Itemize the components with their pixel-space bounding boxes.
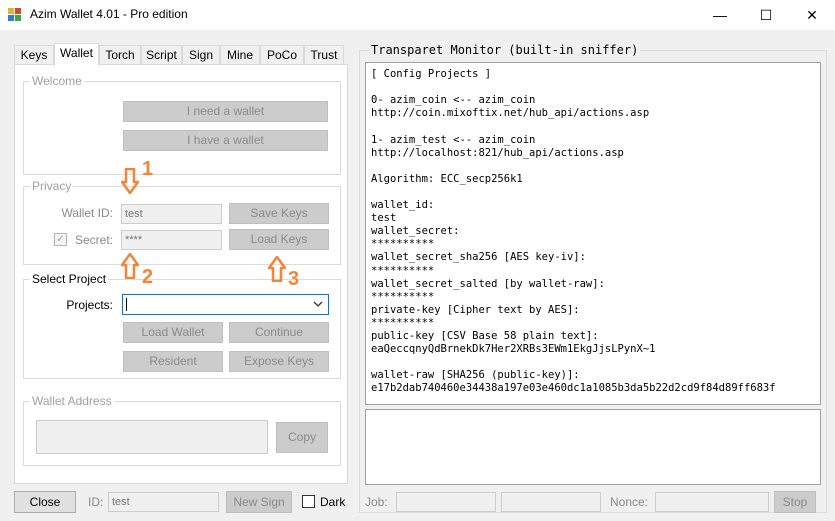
close-window-button[interactable]: ✕ [789,0,835,30]
monitor-line: ********** [371,264,435,277]
arrow-down-icon [121,168,139,194]
monitor-line: wallet_id: [371,199,435,211]
monitor-title: Transparet Monitor (built-in sniffer) [369,43,641,57]
chevron-down-icon [313,301,323,307]
copy-button[interactable]: Copy [276,422,328,453]
monitor-line: ********** [371,316,435,329]
welcome-legend: Welcome [30,74,84,88]
tab-keys[interactable]: Keys [14,45,54,65]
maximize-button[interactable]: ☐ [743,0,789,30]
annotation-1: 1 [142,158,154,180]
text-cursor [126,298,127,311]
wallet-address-field[interactable] [36,420,268,454]
privacy-legend: Privacy [30,179,74,193]
monitor-line: wallet_secret_sha256 [AES key-iv]: [371,251,586,264]
monitor-line: eaQeccqnyQdBrnekDk7Her2XRBs3EWm1EkgJjsLP… [371,343,656,356]
expose-keys-button[interactable]: Expose Keys [229,351,329,372]
wallet-id-label: Wallet ID: [61,206,113,220]
privacy-group: Privacy [23,179,341,265]
wallet-address-legend: Wallet Address [30,394,114,408]
app-icon [8,8,22,22]
monitor-line: 0- azim_coin <-- azim_coin [371,94,536,107]
monitor-line: public-key [CSV Base 58 plain text]: [371,330,599,342]
wallet-id-field[interactable]: test [121,204,222,224]
job-label: Job: [365,495,388,509]
projects-select[interactable] [122,294,329,315]
projects-label: Projects: [66,298,113,312]
nonce-label: Nonce: [610,495,649,509]
dark-label: Dark [320,495,346,509]
load-wallet-button[interactable]: Load Wallet [123,322,223,343]
annotation-3: 3 [288,268,300,290]
secret-label: Secret: [74,233,113,247]
tab-sign[interactable]: Sign [182,45,220,65]
load-keys-button[interactable]: Load Keys [229,229,329,250]
monitor-line: e17b2dab740460e34438a197e03e460dc1a1085b… [371,382,776,395]
monitor-line: http://localhost:821/hub_api/actions.asp [371,146,624,159]
nonce-field[interactable] [655,492,769,512]
have-wallet-button[interactable]: I have a wallet [123,130,328,151]
dark-checkbox[interactable] [302,495,315,508]
monitor-line: wallet_secret_salted [by wallet-raw]: [371,277,605,290]
arrow-up-icon [268,256,286,282]
tab-torch[interactable]: Torch [99,45,141,65]
monitor-line: 1- azim_test <-- azim_coin [371,133,536,146]
monitor-line: wallet-raw [SHA256 (public-key)]: [371,369,580,382]
monitor-line: test [371,212,397,225]
job-field[interactable] [396,492,496,512]
tab-mine[interactable]: Mine [220,45,260,65]
monitor-line: Algorithm: ECC_secp256k1 [371,172,523,185]
tab-wallet[interactable]: Wallet [54,43,99,66]
job-field-2[interactable] [501,492,601,512]
id-label: ID: [88,495,104,509]
close-button[interactable]: Close [14,491,76,513]
annotation-2: 2 [142,266,154,288]
monitor-line: ********** [371,238,435,251]
tab-poco[interactable]: PoCo [260,45,304,65]
resident-button[interactable]: Resident [123,351,223,372]
minimize-button[interactable]: — [697,0,743,30]
new-sign-button[interactable]: New Sign [226,491,292,513]
monitor-output[interactable] [365,409,821,485]
continue-button[interactable]: Continue [229,322,329,343]
secret-checkbox[interactable]: ✓ [54,233,67,246]
monitor-line: ********** [371,290,435,303]
tab-strip: Keys Wallet Torch Script Sign Mine PoCo … [14,43,348,66]
secret-field[interactable]: **** [121,230,222,250]
monitor-line: [ Config Projects ] [371,68,492,80]
welcome-group: Welcome [23,74,341,175]
select-project-legend: Select Project [30,272,109,286]
title-bar: Azim Wallet 4.01 - Pro edition — ☐ ✕ [0,0,835,30]
monitor-line: private-key [Cipher text by AES]: [371,303,580,316]
stop-button[interactable]: Stop [774,491,816,513]
save-keys-button[interactable]: Save Keys [229,203,329,224]
tab-trust[interactable]: Trust [304,45,344,65]
id-field[interactable]: test [108,492,219,512]
monitor-line: wallet_secret: [371,225,460,238]
need-wallet-button[interactable]: I need a wallet [123,101,328,122]
monitor-line: http://coin.mixoftix.net/hub_api/actions… [371,107,650,120]
tab-script[interactable]: Script [141,45,182,65]
arrow-up-icon [121,253,139,279]
window-title: Azim Wallet 4.01 - Pro edition [30,7,188,21]
